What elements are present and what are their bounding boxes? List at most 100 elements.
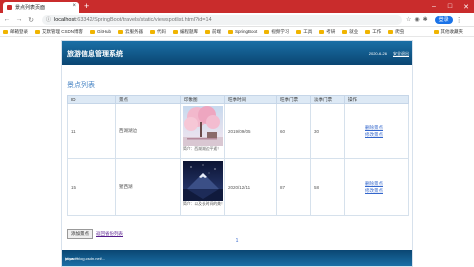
- page-viewport: 旅游信息管理系统 2020-6-26 安全退出 景点列表 ID 景点 印象图 旺…: [0, 37, 474, 267]
- image-caption: 简介：以及长时间的美！: [183, 202, 225, 206]
- cell-image: 简介：西湖湖边平遥！: [180, 103, 225, 159]
- col-header-peak-price: 旺季门票: [276, 95, 311, 104]
- puzzle-icon[interactable]: ✱: [423, 16, 428, 23]
- folder-icon: [365, 29, 371, 34]
- table-header-row: ID 景点 印象图 旺季时间 旺季门票 淡季门票 操作: [67, 95, 409, 104]
- forward-arrow-icon[interactable]: →: [14, 16, 24, 23]
- app-title: 旅游信息管理系统: [67, 51, 123, 58]
- col-header-name: 景点: [115, 95, 181, 104]
- window-close-icon[interactable]: ✕: [458, 0, 474, 13]
- folder-icon: [342, 29, 348, 34]
- folder-icon: [118, 29, 124, 34]
- bookmark-item[interactable]: 艾默管理 CSDN博客: [35, 29, 83, 35]
- cell-name: 猩西湖: [115, 158, 181, 216]
- folder-icon: [90, 29, 96, 34]
- cell-id: 11: [67, 103, 116, 159]
- other-bookmarks[interactable]: 其他收藏夹: [433, 27, 463, 37]
- cell-image: 简介：以及长时间的美！: [180, 158, 225, 216]
- bookmark-item[interactable]: GitHub: [90, 29, 111, 34]
- bookmark-item[interactable]: 代码: [150, 29, 166, 35]
- folder-icon: [433, 30, 439, 34]
- folder-icon: [388, 29, 394, 34]
- spot-image-cherry-blossom: [183, 106, 223, 146]
- spots-table: ID 景点 印象图 旺季时间 旺季门票 淡季门票 操作 11 西湖湖边 简介：西…: [67, 95, 409, 216]
- table-row: 15 猩西湖 简介：以及长时间的美！ 2020/12/11 87 58 删除景点…: [67, 158, 409, 216]
- bookmarks-bar: 邮箱登录 艾默管理 CSDN博客 GitHub 云服务器 代码 编程题库 前端 …: [0, 27, 474, 37]
- folder-icon: [173, 29, 179, 34]
- cell-peak-price: 60: [276, 103, 311, 159]
- minimize-icon[interactable]: –: [426, 0, 442, 13]
- folder-icon: [150, 29, 156, 34]
- profile-button[interactable]: 登录: [434, 15, 453, 24]
- col-header-off-price: 淡季门票: [310, 95, 345, 104]
- folder-icon: [228, 29, 234, 34]
- bookmark-item[interactable]: SpringBoot: [228, 29, 257, 34]
- app-footer: yusan~ https://blog.csdn.net/...: [62, 250, 412, 266]
- app-header: 旅游信息管理系统 2020-6-26 安全退出: [62, 41, 412, 65]
- cell-season: 2020/12/11: [224, 158, 277, 216]
- app-container: 旅游信息管理系统 2020-6-26 安全退出 景点列表 ID 景点 印象图 旺…: [61, 40, 413, 267]
- tab-close-icon[interactable]: ×: [72, 3, 76, 9]
- col-header-image: 印象图: [180, 95, 225, 104]
- cell-off-price: 58: [310, 158, 345, 216]
- bookmark-item[interactable]: 视频学习: [264, 29, 289, 35]
- bookmark-item[interactable]: 前端: [205, 29, 221, 35]
- back-to-province-list-link[interactable]: 返回省份列表: [96, 231, 123, 237]
- bookmark-item[interactable]: 就业: [342, 29, 358, 35]
- folder-icon: [35, 29, 40, 34]
- bookmark-item[interactable]: 考研: [319, 29, 335, 35]
- delete-spot-link[interactable]: 删除景点: [365, 181, 408, 187]
- tab-favicon-icon: [7, 5, 12, 10]
- cell-id: 15: [67, 158, 116, 216]
- edit-spot-link[interactable]: 修改景点: [365, 188, 408, 194]
- maximize-icon[interactable]: □: [442, 0, 458, 13]
- cell-name: 西湖湖边: [115, 103, 181, 159]
- menu-dots-icon[interactable]: ⋮: [456, 16, 463, 24]
- folder-icon: [3, 29, 8, 34]
- folder-icon: [264, 29, 270, 34]
- bookmark-item[interactable]: 云服务器: [118, 29, 143, 35]
- bookmark-item[interactable]: 爬虫: [388, 29, 404, 35]
- bookmark-item[interactable]: 编程题库: [173, 29, 198, 35]
- new-tab-icon[interactable]: +: [84, 2, 89, 11]
- cell-actions: 删除景点 修改景点: [344, 103, 409, 159]
- tab-title: 景点列表页面: [15, 5, 46, 11]
- back-arrow-icon[interactable]: ←: [2, 16, 12, 23]
- col-header-season: 旺季时间: [224, 95, 277, 104]
- table-row: 11 西湖湖边 简介：西湖湖边平遥！ 2019/09/05 60 30 删除景点…: [67, 103, 409, 159]
- info-icon[interactable]: ⓘ: [46, 16, 51, 23]
- url-host: localhost: [54, 16, 76, 23]
- spot-image-mount-fuji-night: [183, 161, 223, 201]
- cell-actions: 删除景点 修改景点: [344, 158, 409, 216]
- page-number-link[interactable]: 1: [236, 238, 239, 244]
- bookmark-item[interactable]: 工作: [365, 29, 381, 35]
- address-toolbar: ← → ↻ ⓘ localhost :63342/SpringBoot/trav…: [0, 13, 474, 27]
- star-icon[interactable]: ☆: [406, 16, 411, 23]
- toolbar-icons: ☆ ◉ ✱: [406, 16, 431, 23]
- browser-tab-bar: 景点列表页面 × + – □ ✕: [0, 0, 474, 13]
- cell-peak-price: 87: [276, 158, 311, 216]
- section-title: 景点列表: [67, 82, 95, 89]
- col-header-id: ID: [67, 95, 116, 104]
- bookmark-item[interactable]: 邮箱登录: [3, 29, 28, 35]
- browser-tab[interactable]: 景点列表页面 ×: [3, 2, 79, 13]
- cell-off-price: 30: [310, 103, 345, 159]
- col-header-actions: 操作: [344, 95, 409, 104]
- url-path: :63342/SpringBoot/travels/static/viewspo…: [75, 16, 212, 23]
- folder-icon: [296, 29, 302, 34]
- folder-icon: [205, 29, 211, 34]
- header-date: 2020-6-26: [368, 51, 387, 56]
- pagination: 1: [62, 238, 412, 244]
- edit-spot-link[interactable]: 修改景点: [365, 132, 408, 138]
- folder-icon: [319, 29, 325, 34]
- delete-spot-link[interactable]: 删除景点: [365, 125, 408, 131]
- url-field[interactable]: ⓘ localhost :63342/SpringBoot/travels/st…: [42, 14, 402, 25]
- watermark: https://blog.csdn.net/...: [65, 256, 106, 261]
- window-controls: – □ ✕: [426, 0, 474, 13]
- bookmark-item[interactable]: 工具: [296, 29, 312, 35]
- logout-link[interactable]: 安全退出: [393, 51, 409, 57]
- image-caption: 简介：西湖湖边平遥！: [183, 147, 221, 151]
- cell-season: 2019/09/05: [224, 103, 277, 159]
- extension-icon[interactable]: ◉: [414, 16, 419, 23]
- reload-icon[interactable]: ↻: [26, 16, 36, 24]
